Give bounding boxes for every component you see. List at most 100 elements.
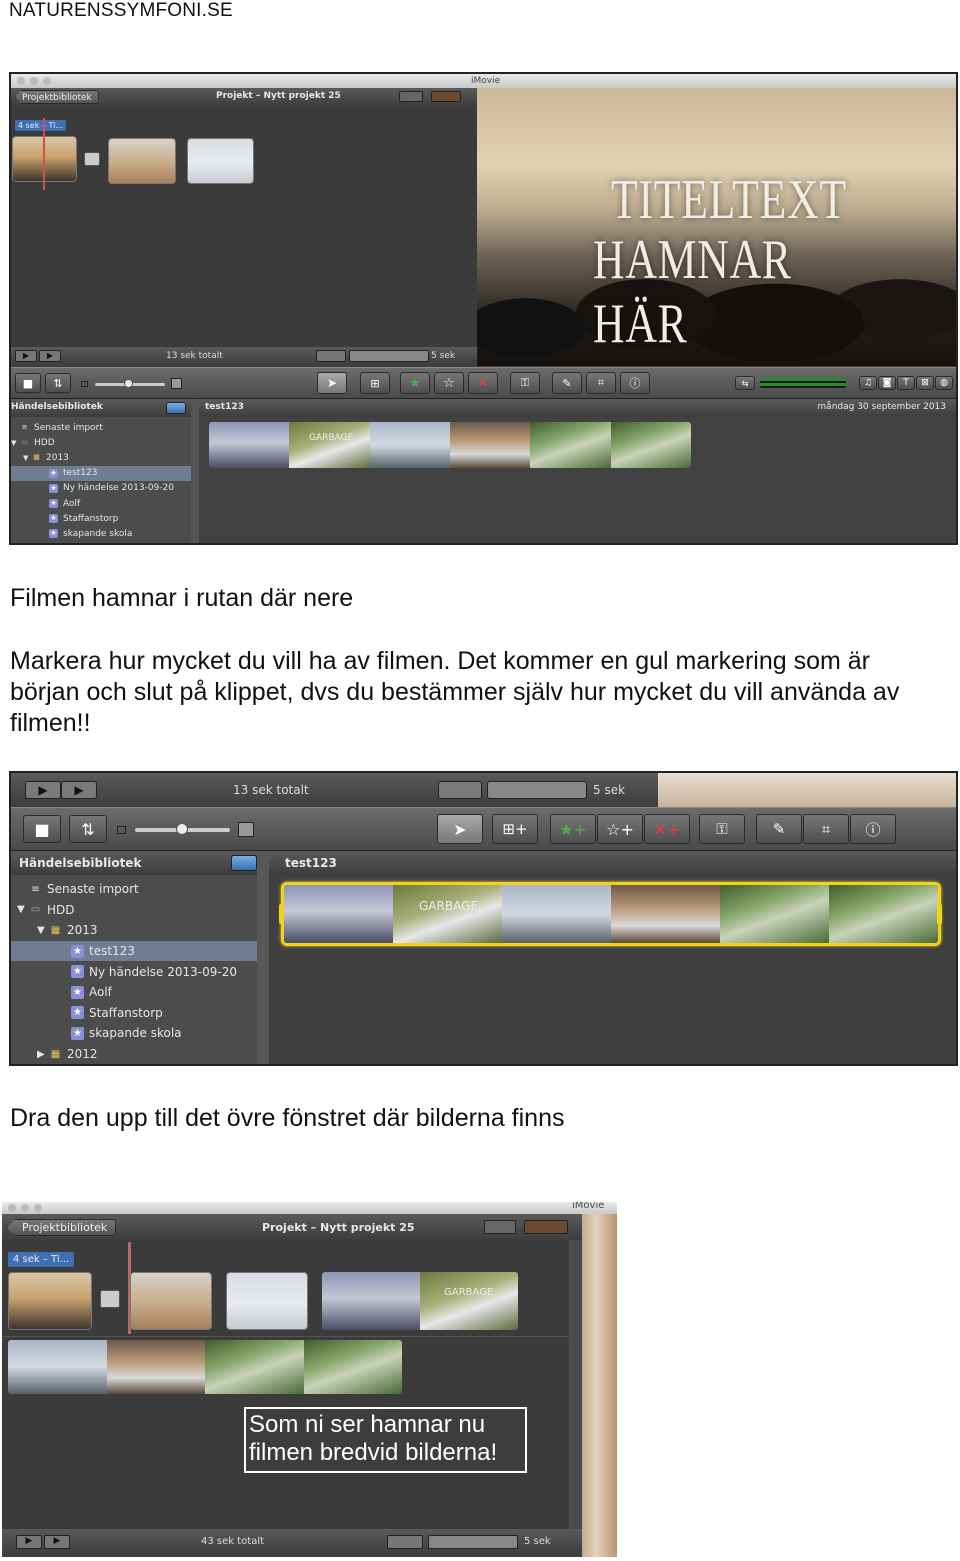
selection-end-handle[interactable]	[937, 904, 942, 924]
thumb-size-knob[interactable]	[176, 823, 188, 835]
star-icon: ★	[71, 1006, 84, 1020]
tree-item-label: skapande skola	[89, 1026, 182, 1041]
tree-item[interactable]: ★ test123	[11, 465, 191, 481]
camera-import-button[interactable]: ■	[23, 815, 61, 843]
select-tool-button[interactable]: ➤	[437, 814, 483, 844]
tree-item[interactable]: ★ Aolf	[11, 982, 257, 1003]
project-clip-row-1[interactable]	[322, 1272, 518, 1330]
tree-item[interactable]: ▼ ▭ HDD	[11, 900, 257, 921]
play-fullscreen-button[interactable]: ▶	[16, 1535, 42, 1549]
music-button[interactable]: ♫	[859, 376, 877, 390]
favorite-button[interactable]: ★+	[550, 814, 596, 844]
tree-item[interactable]: ★ Staffanstorp	[11, 511, 191, 526]
disk-button[interactable]	[231, 855, 257, 871]
voiceover-button[interactable]: ⇆	[735, 376, 755, 390]
project-scroll-track[interactable]	[569, 1240, 582, 1530]
project-thumb-3[interactable]	[187, 138, 254, 184]
unmark-button[interactable]: ☆+	[597, 814, 643, 844]
zoom-slider[interactable]	[349, 350, 429, 362]
project-clip-row-2[interactable]	[8, 1340, 402, 1394]
zoom-slider[interactable]	[428, 1535, 518, 1549]
project-thumb-1[interactable]	[8, 1272, 92, 1330]
tree-item[interactable]: ▶ ▦ 2012	[11, 1044, 257, 1064]
add-to-project-button[interactable]: ⊞+	[492, 814, 538, 844]
view-toggle-button[interactable]	[399, 91, 423, 102]
audio-skim-button[interactable]	[387, 1535, 423, 1549]
keyword-button[interactable]: ⚿	[699, 814, 745, 844]
project-thumb-3[interactable]	[226, 1272, 308, 1330]
tree-item[interactable]: ★ Staffanstorp	[11, 1003, 257, 1024]
selection-start-handle[interactable]	[279, 904, 284, 924]
tree-item-label: HDD	[34, 437, 55, 448]
play-fullscreen-button[interactable]: ▶	[25, 781, 61, 799]
reject-button[interactable]: ✕+	[644, 814, 690, 844]
disclosure-triangle-icon[interactable]: ▼	[17, 904, 29, 915]
play-button[interactable]: ▶	[44, 1535, 70, 1549]
sidebar-scroll-track[interactable]	[191, 399, 199, 543]
zoom-slider[interactable]	[487, 781, 587, 799]
tree-item[interactable]: ▼ ▦ 2013	[11, 450, 191, 465]
favorite-button[interactable]: ★	[400, 372, 430, 394]
disclosure-triangle-icon[interactable]: ▼	[23, 454, 32, 462]
theme-button[interactable]	[524, 1220, 568, 1234]
reject-button[interactable]: ✕	[468, 372, 498, 394]
project-thumb-2[interactable]	[130, 1272, 212, 1330]
tree-item-label: Aolf	[89, 985, 112, 1000]
photo-button[interactable]: ◙	[878, 376, 896, 390]
title-button[interactable]: T	[897, 376, 915, 390]
clip-tag[interactable]: 4 sek – Ti...	[15, 120, 66, 131]
sidebar-scroll-track[interactable]	[257, 851, 269, 1064]
add-to-project-button[interactable]: ⊞	[360, 372, 390, 394]
crop-button[interactable]: ⌗	[803, 814, 849, 844]
disk-button[interactable]	[166, 402, 186, 414]
eyedropper-button[interactable]: ✎	[552, 372, 582, 394]
crop-button[interactable]: ⌗	[586, 372, 616, 394]
tree-item[interactable]: ★ Aolf	[11, 496, 191, 511]
tree-item[interactable]: ≡ Senaste import	[11, 420, 191, 435]
swap-button[interactable]: ⇅	[69, 815, 107, 843]
clip-frame-garbage	[420, 1272, 518, 1330]
project-library-button[interactable]: Projektbibliotek	[15, 90, 99, 104]
transition-button[interactable]: ⊠	[916, 376, 934, 390]
select-tool-button[interactable]: ➤	[317, 372, 347, 394]
event-clip-strip[interactable]	[209, 422, 691, 468]
total-duration: 43 sek totalt	[201, 1536, 265, 1547]
project-footer-bar: ▶ ▶ 13 sek totalt 5 sek	[11, 773, 956, 807]
tree-item[interactable]: ★ test123	[11, 940, 257, 962]
inspector-button[interactable]: ⓘ	[620, 372, 650, 394]
thumb-size-knob[interactable]	[124, 379, 133, 388]
inspector-button[interactable]: ⓘ	[850, 814, 896, 844]
tree-item[interactable]: ★ Ny händelse 2013-09-20	[11, 481, 191, 496]
tree-item[interactable]: ≡ Senaste import	[11, 879, 257, 900]
view-toggle-button[interactable]	[484, 1220, 516, 1234]
keyword-button[interactable]: ⚿	[510, 372, 540, 394]
disclosure-triangle-icon[interactable]: ▶	[37, 1049, 49, 1060]
play-button[interactable]: ▶	[39, 350, 61, 362]
theme-button[interactable]	[431, 91, 461, 102]
playhead[interactable]	[43, 118, 45, 190]
transition-icon[interactable]	[84, 152, 100, 166]
play-fullscreen-button[interactable]: ▶	[15, 350, 37, 362]
project-library-button[interactable]: Projektbibliotek	[7, 1219, 117, 1236]
transition-icon[interactable]	[100, 1290, 120, 1308]
play-button[interactable]: ▶	[61, 781, 97, 799]
tree-item[interactable]: ★ Ny händelse 2013-09-20	[11, 961, 257, 982]
window-controls[interactable]	[17, 77, 51, 85]
camera-import-button[interactable]: ■	[15, 373, 41, 393]
unmark-button[interactable]: ☆	[434, 372, 464, 394]
window-controls[interactable]	[8, 1204, 42, 1212]
project-thumb-2[interactable]	[108, 138, 176, 184]
tree-item[interactable]: ▼ ▦ 2013	[11, 920, 257, 941]
audio-skim-button[interactable]	[316, 350, 346, 362]
tree-item[interactable]: ★ skapande skola	[11, 526, 191, 541]
swap-button[interactable]: ⇅	[45, 373, 71, 393]
eyedropper-button[interactable]: ✎	[756, 814, 802, 844]
tree-item[interactable]: ★ skapande skola	[11, 1023, 257, 1044]
disclosure-triangle-icon[interactable]: ▼	[37, 925, 49, 936]
clip-tag[interactable]: 4 sek – Ti...	[8, 1252, 75, 1267]
tree-item[interactable]: ▼ ▭ HDD	[11, 435, 191, 450]
disclosure-triangle-icon[interactable]: ▼	[11, 439, 20, 447]
map-button[interactable]: ◍	[935, 376, 953, 390]
audio-skim-button[interactable]	[438, 781, 482, 799]
event-clip-strip[interactable]	[281, 882, 941, 946]
